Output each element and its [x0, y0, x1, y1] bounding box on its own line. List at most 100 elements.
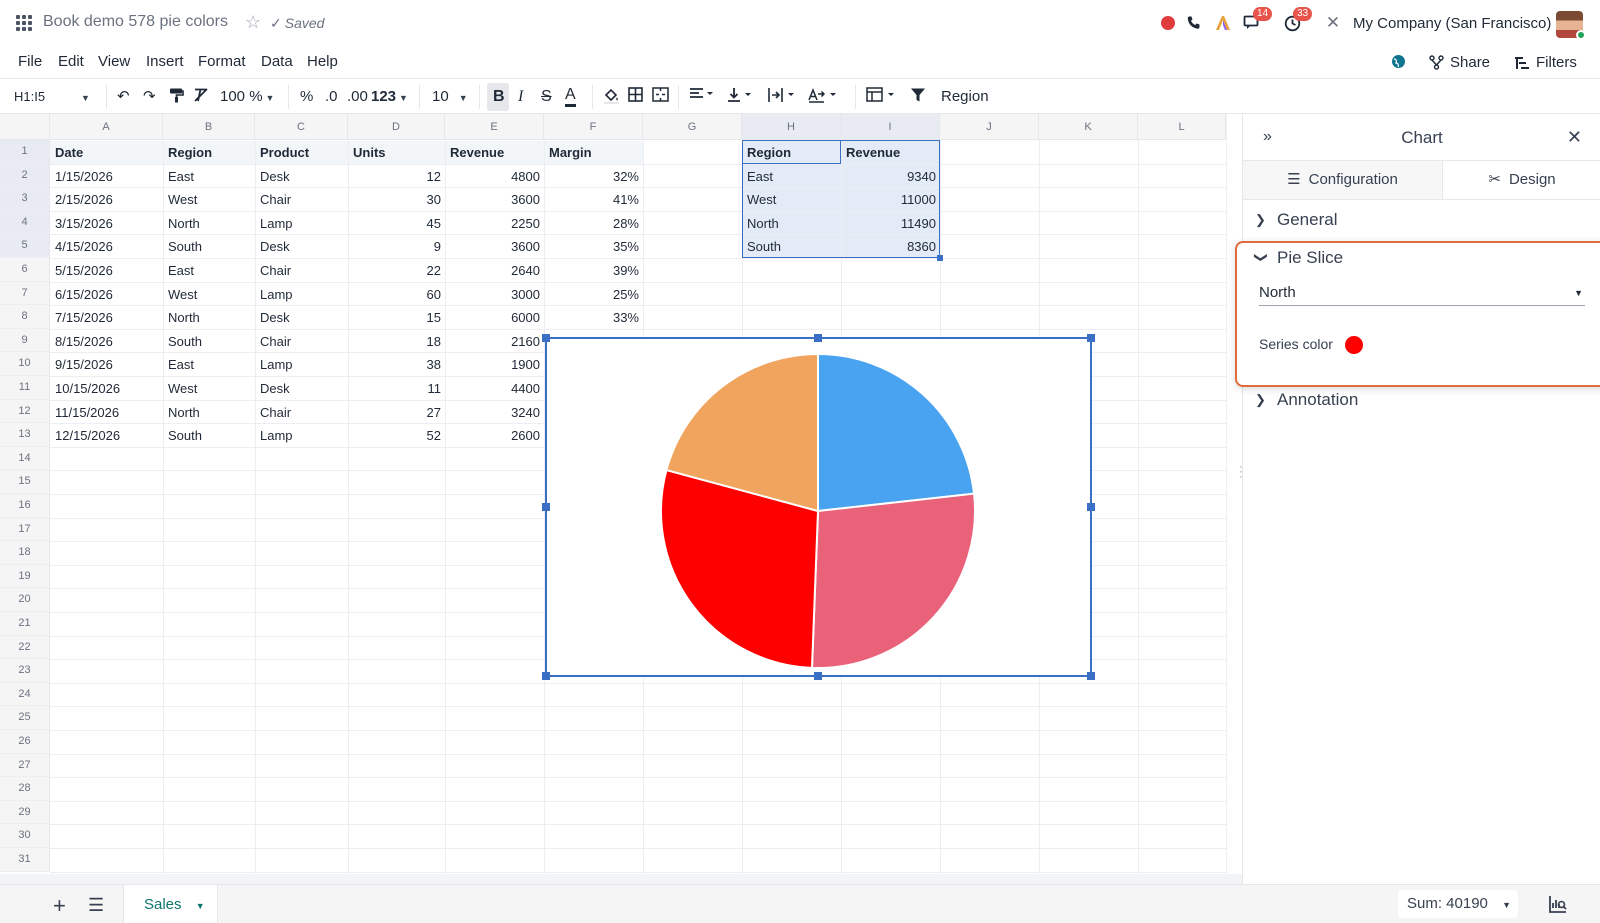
row-header[interactable]: 25	[0, 706, 50, 730]
row-header[interactable]: 7	[0, 281, 50, 306]
globe-icon[interactable]	[1391, 54, 1406, 69]
data-cell[interactable]: 18	[349, 330, 445, 353]
row-header[interactable]: 26	[0, 730, 50, 754]
data-inspector-icon[interactable]	[1548, 894, 1568, 920]
data-cell[interactable]: 12	[349, 165, 445, 188]
vertical-scrollbar[interactable]	[1226, 114, 1242, 884]
menu-insert[interactable]: Insert	[146, 53, 184, 70]
menu-view[interactable]: View	[98, 53, 130, 70]
font-size-select[interactable]: 10 ▼	[432, 87, 468, 107]
resize-handle-bottom-right[interactable]	[1087, 672, 1095, 680]
row-header[interactable]: 27	[0, 753, 50, 778]
clock-icon[interactable]: 33	[1282, 7, 1313, 36]
column-header[interactable]: A	[50, 114, 163, 140]
bold-icon[interactable]: B	[493, 87, 505, 107]
menu-file[interactable]: File	[18, 53, 42, 70]
data-cell[interactable]: 11/15/2026	[51, 401, 163, 424]
series-color-swatch[interactable]	[1345, 336, 1363, 354]
data-cell[interactable]: West	[164, 188, 255, 211]
resize-handle-bottom-left[interactable]	[542, 672, 550, 680]
data-cell[interactable]: Lamp	[256, 424, 348, 447]
data-cell[interactable]: 2/15/2026	[51, 188, 163, 211]
row-header[interactable]: 1	[0, 140, 50, 164]
data-cell[interactable]: 25%	[545, 283, 643, 306]
merge-cells-icon[interactable]	[652, 87, 669, 107]
cell-reference-dropdown-icon[interactable]: ▼	[78, 87, 90, 107]
data-cell[interactable]: Chair	[256, 330, 348, 353]
row-header[interactable]: 20	[0, 588, 50, 612]
data-cell[interactable]: 11	[349, 377, 445, 400]
column-header[interactable]: K	[1039, 114, 1138, 140]
document-title[interactable]: Book demo 578 pie colors	[43, 13, 228, 31]
row-header[interactable]: 18	[0, 541, 50, 565]
data-cell[interactable]: South	[164, 235, 255, 258]
header-cell[interactable]: Revenue	[446, 141, 544, 164]
data-cell[interactable]: Chair	[256, 188, 348, 211]
redo-icon[interactable]: ↷	[143, 87, 156, 107]
header-cell[interactable]: Date	[51, 141, 163, 164]
data-cell[interactable]: 4400	[446, 377, 544, 400]
data-cell[interactable]: 32%	[545, 165, 643, 188]
phone-icon[interactable]	[1185, 10, 1203, 36]
data-cell[interactable]: 35%	[545, 235, 643, 258]
increase-decimal-button[interactable]: .00	[347, 87, 368, 107]
data-cell[interactable]: 3000	[446, 283, 544, 306]
percent-format-button[interactable]: %	[300, 87, 313, 107]
data-cell[interactable]: North	[164, 401, 255, 424]
resize-handle-left[interactable]	[542, 503, 550, 511]
data-cell[interactable]: 30	[349, 188, 445, 211]
summary-cell[interactable]: 11490	[842, 211, 940, 235]
menu-format[interactable]: Format	[198, 53, 246, 70]
data-cell[interactable]: 6/15/2026	[51, 283, 163, 306]
summary-cell[interactable]: East	[743, 164, 841, 188]
data-cell[interactable]: 4/15/2026	[51, 235, 163, 258]
data-cell[interactable]: 60	[349, 283, 445, 306]
text-rotation-icon[interactable]	[807, 87, 839, 107]
data-cell[interactable]: 3/15/2026	[51, 212, 163, 235]
data-cell[interactable]: 1/15/2026	[51, 165, 163, 188]
slice-select[interactable]: North ▼	[1259, 280, 1585, 306]
data-cell[interactable]: 3600	[446, 188, 544, 211]
summary-header-cell[interactable]: Revenue	[842, 141, 940, 164]
resize-handle-top[interactable]	[814, 334, 822, 342]
header-cell[interactable]: Region	[164, 141, 255, 164]
summary-cell[interactable]: 8360	[842, 235, 940, 258]
row-header[interactable]: 4	[0, 210, 50, 235]
borders-icon[interactable]	[628, 87, 643, 107]
sheet-list-icon[interactable]: ☰	[88, 895, 104, 916]
pie-slice-east[interactable]	[817, 352, 976, 513]
row-header[interactable]: 2	[0, 163, 50, 188]
pie-chart[interactable]	[547, 339, 1090, 675]
data-cell[interactable]: Chair	[256, 401, 348, 424]
data-cell[interactable]: 6000	[446, 306, 544, 329]
menu-data[interactable]: Data	[261, 53, 293, 70]
summary-cell[interactable]: North	[743, 211, 841, 235]
data-cell[interactable]: South	[164, 330, 255, 353]
sheet-tab-sales[interactable]: Sales ▼	[123, 885, 218, 923]
row-header[interactable]: 16	[0, 494, 50, 518]
data-cell[interactable]: South	[164, 424, 255, 447]
row-header[interactable]: 24	[0, 682, 50, 707]
add-sheet-icon[interactable]: +	[53, 893, 66, 919]
data-cell[interactable]: Desk	[256, 165, 348, 188]
star-icon[interactable]: ☆	[245, 12, 261, 33]
row-header[interactable]: 30	[0, 824, 50, 848]
resize-handle-top-left[interactable]	[542, 334, 550, 342]
data-cell[interactable]: 1900	[446, 353, 544, 376]
data-cell[interactable]: Desk	[256, 235, 348, 258]
data-cell[interactable]: East	[164, 165, 255, 188]
row-header[interactable]: 11	[0, 376, 50, 400]
row-header[interactable]: 22	[0, 635, 50, 660]
column-header[interactable]: L	[1138, 114, 1226, 140]
section-general[interactable]: ❯ General	[1255, 210, 1337, 230]
paint-format-icon[interactable]	[169, 87, 184, 107]
data-cell[interactable]: 27	[349, 401, 445, 424]
row-header[interactable]: 17	[0, 517, 50, 542]
column-header[interactable]: B	[163, 114, 255, 140]
filters-button[interactable]: Filters	[1514, 54, 1577, 71]
row-header[interactable]: 10	[0, 352, 50, 376]
row-header[interactable]: 6	[0, 258, 50, 282]
resize-handle-right[interactable]	[1087, 503, 1095, 511]
summary-cell[interactable]: 9340	[842, 164, 940, 188]
row-header[interactable]: 13	[0, 423, 50, 447]
